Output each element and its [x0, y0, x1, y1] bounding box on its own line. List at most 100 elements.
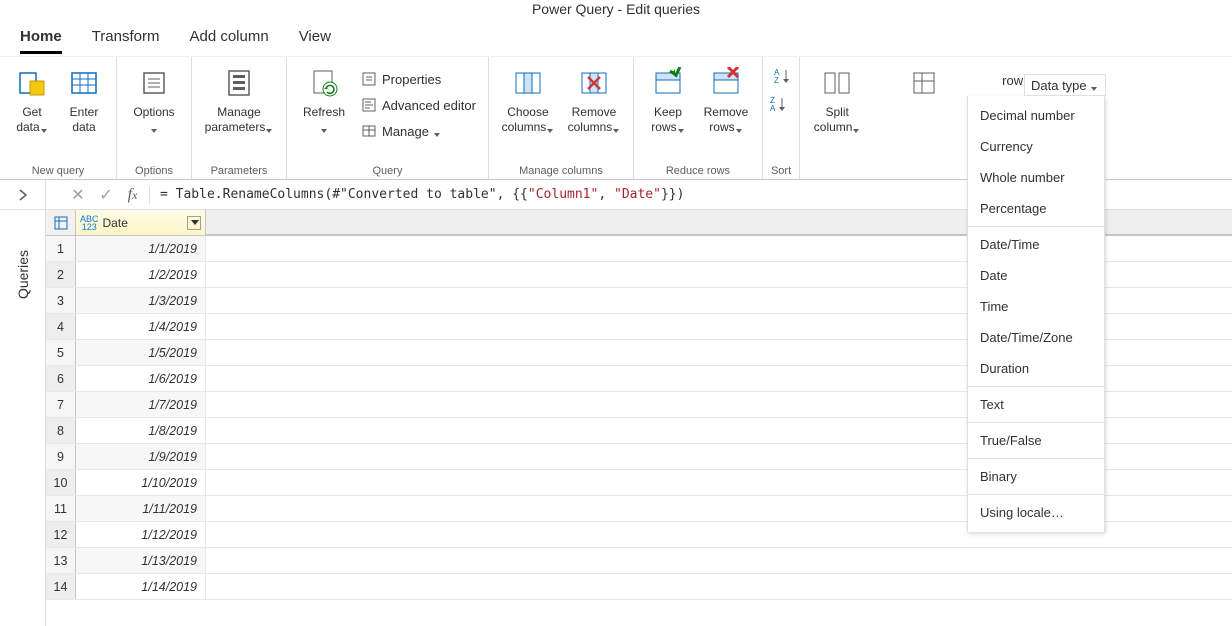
cell-date[interactable]: 1/9/2019 — [76, 444, 206, 469]
manage-parameters-button[interactable]: Manageparameters — [200, 63, 278, 135]
keep-rows-button[interactable]: Keeprows — [642, 63, 694, 135]
cell-date[interactable]: 1/6/2019 — [76, 366, 206, 391]
fx-label: fx — [120, 186, 150, 204]
properties-button[interactable]: Properties — [357, 67, 480, 91]
row-number[interactable]: 14 — [46, 574, 76, 599]
menu-using-locale[interactable]: Using locale… — [968, 497, 1104, 528]
menu-currency[interactable]: Currency — [968, 131, 1104, 162]
data-type-menu: Decimal number Currency Whole number Per… — [967, 96, 1105, 532]
menu-decimal-number[interactable]: Decimal number — [968, 100, 1104, 131]
advanced-editor-icon — [361, 97, 377, 113]
column-name: Date — [103, 216, 128, 230]
row-number[interactable]: 13 — [46, 548, 76, 573]
table-row[interactable]: 131/13/2019 — [46, 548, 1232, 574]
refresh-button[interactable]: Refresh — [295, 63, 353, 135]
window-title: Power Query - Edit queries — [0, 0, 1232, 22]
svg-text:A: A — [770, 104, 776, 113]
cell-date[interactable]: 1/7/2019 — [76, 392, 206, 417]
remove-rows-icon — [710, 67, 742, 99]
row-number[interactable]: 7 — [46, 392, 76, 417]
queries-expand-button[interactable] — [0, 180, 46, 209]
row-number[interactable]: 8 — [46, 418, 76, 443]
remove-columns-button[interactable]: Removecolumns — [563, 63, 625, 135]
menu-date-time[interactable]: Date/Time — [968, 229, 1104, 260]
formula-confirm-button[interactable]: ✓ — [92, 185, 120, 205]
data-type-button[interactable]: Data type — [1024, 74, 1106, 96]
row-number[interactable]: 2 — [46, 262, 76, 287]
group-by-button[interactable] — [904, 63, 944, 105]
cell-date[interactable]: 1/1/2019 — [76, 236, 206, 261]
group-label-manage-columns: Manage columns — [519, 163, 603, 179]
cell-date[interactable]: 1/12/2019 — [76, 522, 206, 547]
menu-separator — [968, 494, 1104, 495]
enter-data-button[interactable]: Enterdata — [60, 63, 108, 135]
remove-rows-button[interactable]: Removerows — [698, 63, 754, 135]
manage-button[interactable]: Manage — [357, 119, 480, 143]
row-number[interactable]: 10 — [46, 470, 76, 495]
group-by-icon — [908, 67, 940, 99]
sort-asc-button[interactable]: AZ — [772, 63, 794, 91]
row-number[interactable]: 1 — [46, 236, 76, 261]
tab-home[interactable]: Home — [20, 28, 62, 54]
cell-date[interactable]: 1/10/2019 — [76, 470, 206, 495]
cell-date[interactable]: 1/11/2019 — [76, 496, 206, 521]
row-number[interactable]: 3 — [46, 288, 76, 313]
advanced-editor-button[interactable]: Advanced editor — [357, 93, 480, 117]
menu-true-false[interactable]: True/False — [968, 425, 1104, 456]
cell-date[interactable]: 1/3/2019 — [76, 288, 206, 313]
row-number[interactable]: 6 — [46, 366, 76, 391]
options-button[interactable]: Options — [125, 63, 183, 135]
cell-date[interactable]: 1/8/2019 — [76, 418, 206, 443]
get-data-icon — [16, 67, 48, 99]
group-label-reduce-rows: Reduce rows — [666, 163, 730, 179]
properties-icon — [361, 71, 377, 87]
menu-binary[interactable]: Binary — [968, 461, 1104, 492]
table-row[interactable]: 141/14/2019 — [46, 574, 1232, 600]
column-header-date[interactable]: ABC123 Date — [76, 210, 206, 235]
column-filter-button[interactable] — [187, 216, 201, 230]
get-data-button[interactable]: Getdata — [8, 63, 56, 135]
cell-date[interactable]: 1/14/2019 — [76, 574, 206, 599]
cell-date[interactable]: 1/13/2019 — [76, 548, 206, 573]
queries-label: Queries — [15, 250, 31, 299]
chevron-right-icon — [18, 188, 28, 202]
menu-whole-number[interactable]: Whole number — [968, 162, 1104, 193]
sort-asc-icon: AZ — [774, 67, 792, 85]
cell-date[interactable]: 1/4/2019 — [76, 314, 206, 339]
parameters-icon — [223, 67, 255, 99]
row-number[interactable]: 9 — [46, 444, 76, 469]
queries-sidebar[interactable]: Queries — [0, 210, 46, 626]
sort-desc-icon: ZA — [770, 95, 788, 113]
svg-text:Z: Z — [774, 76, 779, 85]
table-icon — [54, 216, 68, 230]
menu-date[interactable]: Date — [968, 260, 1104, 291]
menu-time[interactable]: Time — [968, 291, 1104, 322]
menu-separator — [968, 458, 1104, 459]
cell-date[interactable]: 1/2/2019 — [76, 262, 206, 287]
row-number[interactable]: 5 — [46, 340, 76, 365]
menu-separator — [968, 422, 1104, 423]
formula-cancel-button[interactable]: ✕ — [64, 185, 92, 205]
choose-columns-icon — [512, 67, 544, 99]
tab-add-column[interactable]: Add column — [189, 28, 268, 51]
refresh-icon — [308, 67, 340, 99]
menu-percentage[interactable]: Percentage — [968, 193, 1104, 224]
menu-text[interactable]: Text — [968, 389, 1104, 420]
choose-columns-button[interactable]: Choosecolumns — [497, 63, 559, 135]
row-number[interactable]: 12 — [46, 522, 76, 547]
row-number[interactable]: 11 — [46, 496, 76, 521]
split-column-button[interactable]: Splitcolumn — [808, 63, 866, 135]
menu-duration[interactable]: Duration — [968, 353, 1104, 384]
sort-desc-button[interactable]: ZA — [768, 91, 790, 119]
tab-view[interactable]: View — [299, 28, 331, 51]
group-label-options: Options — [135, 163, 173, 179]
menu-date-time-zone[interactable]: Date/Time/Zone — [968, 322, 1104, 353]
group-label-query: Query — [372, 163, 402, 179]
remove-columns-icon — [578, 67, 610, 99]
cell-date[interactable]: 1/5/2019 — [76, 340, 206, 365]
type-badge-any[interactable]: ABC123 — [80, 215, 99, 231]
row-number[interactable]: 4 — [46, 314, 76, 339]
tab-transform[interactable]: Transform — [92, 28, 160, 51]
manage-icon — [361, 123, 377, 139]
grid-corner[interactable] — [46, 210, 76, 235]
